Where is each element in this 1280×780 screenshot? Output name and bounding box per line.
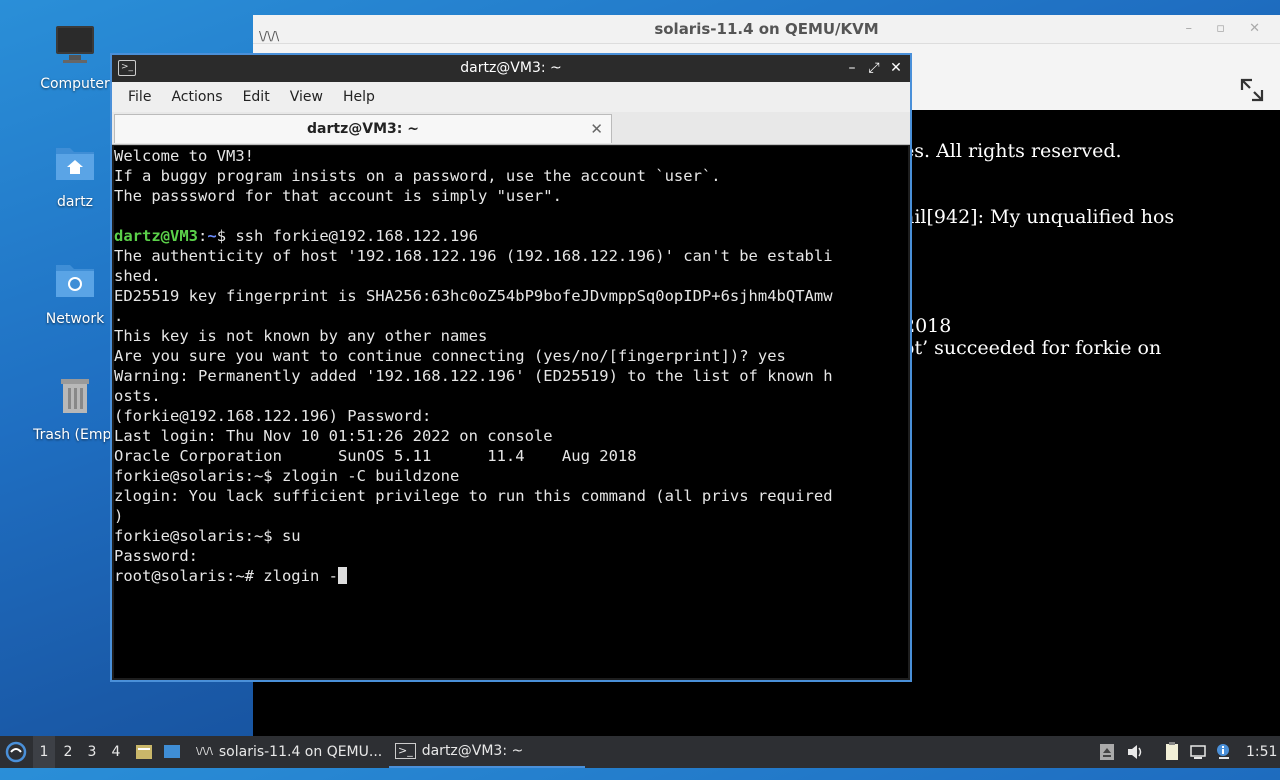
- task-label: solaris-11.4 on QEMU...: [218, 744, 383, 760]
- terminal-input-line[interactable]: root@solaris:~# zlogin -: [114, 566, 908, 586]
- prompt-user: dartz@VM3: [114, 227, 198, 245]
- terminal-line: osts.: [114, 387, 161, 405]
- terminal-line: Password:: [114, 547, 198, 565]
- terminal-line: Oracle Corporation SunOS 5.11 11.4 Aug 2…: [114, 447, 637, 465]
- taskbar: 1 2 3 4 \/\/\ solaris-11.4 on QEMU... >_…: [0, 736, 1280, 768]
- tab-close-icon[interactable]: ✕: [590, 115, 603, 143]
- clock[interactable]: 1:51: [1246, 736, 1278, 768]
- lxqt-logo-icon: [5, 741, 27, 763]
- file-manager-icon: [136, 745, 152, 759]
- terminal-prompt-line: dartz@VM3:~$ ssh forkie@192.168.122.196: [114, 226, 908, 246]
- qemu-window-title: solaris-11.4 on QEMU/KVM: [654, 20, 879, 38]
- terminal-line: zlogin: You lack sufficient privilege to…: [114, 487, 833, 505]
- console-line: es. All rights reserved.: [903, 140, 1122, 162]
- close-icon[interactable]: ✕: [888, 55, 904, 82]
- eject-icon: [1100, 744, 1114, 760]
- computer-icon: [56, 26, 94, 63]
- workspace-4[interactable]: 4: [105, 736, 127, 768]
- text-cursor: [337, 567, 347, 584]
- workspace-1[interactable]: 1: [33, 736, 55, 768]
- task-terminal[interactable]: >_ dartz@VM3: ~: [389, 736, 585, 768]
- show-desktop-button[interactable]: [162, 736, 184, 768]
- terminal-line: Last login: Thu Nov 10 01:51:26 2022 on …: [114, 427, 553, 445]
- terminal-window-title: dartz@VM3: ~: [460, 60, 562, 76]
- qemu-titlebar[interactable]: \/\/\ solaris-11.4 on QEMU/KVM – ▫ ✕: [253, 15, 1280, 44]
- terminal-line: Warning: Permanently added '192.168.122.…: [114, 367, 833, 385]
- current-input: root@solaris:~# zlogin -: [114, 567, 338, 585]
- maximize-icon[interactable]: ⤢: [866, 55, 882, 82]
- menu-actions[interactable]: Actions: [161, 89, 232, 105]
- prompt-path: ~: [207, 227, 217, 245]
- menu-help[interactable]: Help: [333, 89, 385, 105]
- terminal-line: If a buggy program insists on a password…: [114, 167, 721, 185]
- network-folder-icon: [56, 265, 94, 297]
- terminal-menubar: File Actions Edit View Help: [112, 82, 910, 112]
- terminal-tab[interactable]: dartz@VM3: ~ ✕: [114, 114, 612, 143]
- terminal-line: forkie@solaris:~$ zlogin -C buildzone: [114, 467, 460, 485]
- workspace-3[interactable]: 3: [81, 736, 103, 768]
- console-line: ot’ succeeded for forkie on: [903, 337, 1162, 359]
- terminal-window[interactable]: >_ dartz@VM3: ~ – ⤢ ✕ File Actions Edit …: [110, 53, 912, 682]
- terminal-line: ED25519 key fingerprint is SHA256:63hc0o…: [114, 287, 833, 305]
- trash-icon: [61, 379, 89, 413]
- fullscreen-icon[interactable]: [1238, 76, 1266, 104]
- terminal-app-icon: >_: [395, 743, 416, 759]
- clipboard-button[interactable]: [1163, 736, 1183, 768]
- clipboard-icon: [1166, 742, 1178, 760]
- info-notification-icon: [1217, 744, 1229, 759]
- terminal-icon: >_: [118, 60, 136, 76]
- terminal-titlebar[interactable]: >_ dartz@VM3: ~ – ⤢ ✕: [112, 55, 910, 82]
- terminal-tabbar: dartz@VM3: ~ ✕: [112, 112, 910, 145]
- terminal-line: (forkie@192.168.122.196) Password:: [114, 407, 432, 425]
- terminal-line: ): [114, 507, 124, 525]
- prompt-separator: :: [198, 227, 208, 245]
- volume-icon: [1128, 745, 1142, 759]
- console-line: ail[942]: My unqualified hos: [903, 206, 1175, 228]
- network-button[interactable]: [1189, 736, 1209, 768]
- menu-file[interactable]: File: [118, 89, 161, 105]
- workspace-2[interactable]: 2: [57, 736, 79, 768]
- notification-button[interactable]: [1215, 736, 1235, 768]
- menu-view[interactable]: View: [280, 89, 333, 105]
- terminal-line: The authenticity of host '192.168.122.19…: [114, 247, 833, 265]
- home-folder-icon: [56, 148, 94, 180]
- terminal-line: This key is not known by any other names: [114, 327, 488, 345]
- terminal-line: .: [114, 307, 124, 325]
- window-controls[interactable]: – ▫ ✕: [1186, 15, 1270, 43]
- eject-tray-button[interactable]: [1098, 736, 1118, 768]
- terminal-line: forkie@solaris:~$ su: [114, 527, 301, 545]
- terminal-line: shed.: [114, 267, 161, 285]
- start-menu-button[interactable]: [4, 736, 28, 768]
- task-label: dartz@VM3: ~: [421, 743, 524, 759]
- prompt-command: $ ssh forkie@192.168.122.196: [216, 227, 478, 245]
- volume-button[interactable]: [1126, 736, 1146, 768]
- tab-label: dartz@VM3: ~: [307, 121, 419, 137]
- network-icon: [1190, 745, 1206, 759]
- task-qemu[interactable]: \/\/\ solaris-11.4 on QEMU...: [190, 736, 394, 768]
- terminal-output[interactable]: Welcome to VM3! If a buggy program insis…: [114, 146, 908, 678]
- terminal-line: Are you sure you want to continue connec…: [114, 347, 786, 365]
- terminal-line: Welcome to VM3!: [114, 147, 254, 165]
- qemu-app-icon: \/\/\: [196, 746, 213, 757]
- terminal-line: The passsword for that account is simply…: [114, 187, 562, 205]
- menu-edit[interactable]: Edit: [233, 89, 280, 105]
- file-manager-launcher[interactable]: [134, 736, 156, 768]
- minimize-icon[interactable]: –: [844, 55, 860, 82]
- desktop-icon: [164, 745, 180, 758]
